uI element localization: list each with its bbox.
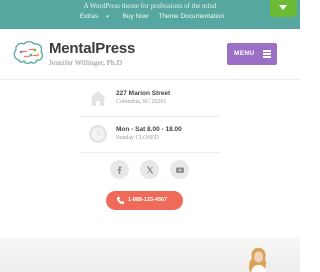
- hours-sunday: Sunday CLOSED: [116, 135, 159, 141]
- phone-icon: [116, 196, 125, 205]
- menu-button-label: MENU: [234, 50, 255, 57]
- hours-weekdays: Mon - Sat 8.00 - 18.00: [116, 126, 182, 133]
- top-nav-theme-documentation[interactable]: Theme Documentation: [158, 13, 224, 20]
- x-twitter-icon[interactable]: [140, 160, 159, 179]
- info-divider-2: [80, 152, 220, 153]
- top-bar-toggle-button[interactable]: [270, 0, 297, 17]
- call-button-number: 1-888-123-4567: [128, 197, 168, 203]
- brain-logo-icon[interactable]: [11, 40, 45, 66]
- top-nav: Extras ▾ Buy Now Theme Documentation: [0, 13, 300, 23]
- site-subtitle: Jennifer Willinger, Ph.D: [49, 58, 122, 67]
- hero-person-image: [248, 247, 267, 272]
- clock-icon: [88, 124, 108, 144]
- address-street: 227 Marion Street: [116, 90, 171, 97]
- site-title[interactable]: MentalPress: [49, 40, 135, 57]
- top-bar: A WordPress theme for professions of the…: [0, 0, 300, 29]
- info-divider: [80, 116, 220, 117]
- facebook-icon[interactable]: [110, 160, 129, 179]
- home-icon: [88, 88, 108, 108]
- caret-down-icon: [279, 5, 287, 10]
- top-nav-extras[interactable]: Extras ▾: [76, 13, 113, 20]
- hamburger-icon: [263, 50, 271, 58]
- social-links: [110, 160, 190, 180]
- call-button[interactable]: 1-888-123-4567: [106, 191, 183, 210]
- chevron-down-icon: ▾: [106, 14, 109, 20]
- address-city: Columbia, SC 29201: [116, 99, 167, 105]
- top-nav-buy-now[interactable]: Buy Now: [123, 13, 149, 20]
- header-divider: [0, 79, 300, 80]
- tagline: A WordPress theme for professions of the…: [83, 2, 217, 10]
- youtube-icon[interactable]: [170, 160, 189, 179]
- menu-button[interactable]: MENU: [227, 43, 277, 65]
